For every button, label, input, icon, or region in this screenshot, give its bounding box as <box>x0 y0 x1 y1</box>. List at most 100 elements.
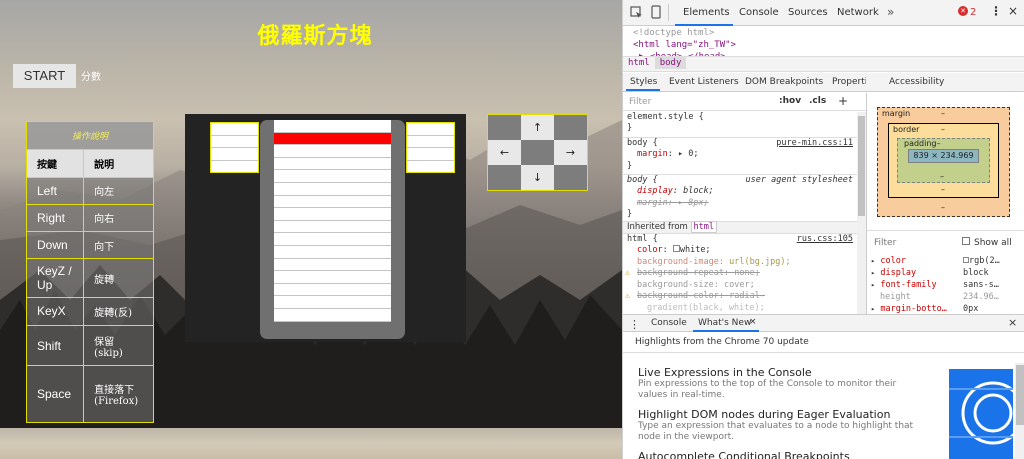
header-desc: 說明 <box>83 149 154 178</box>
start-button[interactable]: START <box>13 64 76 88</box>
border-top-value: – <box>941 125 945 134</box>
rule-selector: html { <box>627 234 658 245</box>
desc-cell: 向左 <box>83 176 154 205</box>
rule-decl[interactable]: margin: ▸ 0; <box>623 149 857 160</box>
tab-accessibility[interactable]: Accessibility <box>889 77 944 87</box>
rule-body-pure[interactable]: body {pure-min.css:11 <box>623 136 857 149</box>
computed-filter-input[interactable]: Filter <box>874 238 896 248</box>
table-row: KeyZ / Up 旋轉 <box>25 258 154 298</box>
box-model-border[interactable]: border – – padding– 839 × 234.969 – <box>888 123 999 198</box>
whats-new-item-title[interactable]: Highlight DOM nodes during Eager Evaluat… <box>638 408 890 421</box>
new-rule-button[interactable]: + <box>838 94 848 108</box>
tab-properties[interactable]: Properties <box>832 77 866 87</box>
next-piece-preview <box>406 122 455 173</box>
tab-network[interactable]: Network <box>837 7 879 18</box>
close-drawer-icon[interactable]: × <box>1008 316 1017 329</box>
device-toolbar-icon[interactable] <box>650 5 662 20</box>
drawer-tabs: ⋮ Console What's New × × <box>623 314 1024 332</box>
dom-html-node[interactable]: <html lang="zh_TW"> <box>633 39 1015 51</box>
rule-source-link[interactable]: pure-min.css:11 <box>776 138 853 149</box>
inherited-element[interactable]: html <box>690 220 717 233</box>
rule-decl-inactive[interactable]: background-size: cover; <box>623 280 857 291</box>
tab-dom-breakpoints[interactable]: DOM Breakpoints <box>745 77 823 87</box>
box-model-content[interactable]: 839 × 234.969 <box>908 149 979 163</box>
page-title: 俄羅斯方塊 <box>257 23 373 49</box>
prop-value: ▸ 8px; <box>677 197 709 208</box>
whats-new-illustration <box>949 369 1013 459</box>
box-model-margin[interactable]: margin – – border – – padding– 839 × 234… <box>877 107 1010 217</box>
dom-tree[interactable]: <!doctype html> <html lang="zh_TW"> ▶ <h… <box>623 26 1024 57</box>
table-row: Left 向左 <box>25 176 154 205</box>
more-tabs-button[interactable]: » <box>887 5 894 19</box>
rule-html[interactable]: html { rus.css:105 <box>623 234 857 245</box>
rule-close: } <box>627 209 633 220</box>
breadcrumb-html[interactable]: html <box>623 57 655 69</box>
tab-event-listeners[interactable]: Event Listeners <box>669 77 739 87</box>
tab-elements[interactable]: Elements <box>683 7 730 18</box>
rule-decl-invalid[interactable]: ⚠ background-color: radial- <box>623 291 857 302</box>
rule-source-link[interactable]: rus.css:105 <box>797 234 853 245</box>
drawer-tab-console[interactable]: Console <box>651 318 687 328</box>
whats-new-item-desc: Type an expression that evaluates to a n… <box>638 421 914 442</box>
breadcrumb-body[interactable]: body <box>654 57 687 69</box>
key-cell: Left <box>25 176 85 205</box>
hold-piece-preview <box>210 122 259 173</box>
rule-decl-invalid[interactable]: ⚠ background-repeat: none; <box>623 268 857 279</box>
header-key: 按鍵 <box>25 149 85 178</box>
styles-rules: element.style { } body {pure-min.css:11 … <box>623 112 857 314</box>
grid-row <box>274 120 391 133</box>
computed-row[interactable]: height 234.96… <box>866 291 1024 303</box>
grid-row <box>274 158 391 171</box>
rule-decl: display: block; <box>637 186 714 197</box>
inspect-icon[interactable] <box>630 6 643 19</box>
styles-scrollbar[interactable] <box>857 112 866 314</box>
show-all-checkbox[interactable] <box>962 237 970 245</box>
whats-new-item-title[interactable]: Autocomplete Conditional Breakpoints <box>638 450 850 459</box>
computed-row[interactable]: ▸ display block <box>866 267 1024 279</box>
computed-value: sans-s… <box>963 280 999 290</box>
down-button[interactable]: ↓ <box>521 165 554 190</box>
kebab-menu-icon[interactable]: ⋮ <box>990 4 1002 18</box>
prop-value: block; <box>683 186 714 197</box>
tab-sources[interactable]: Sources <box>788 7 828 18</box>
drawer-menu-icon[interactable]: ⋮ <box>629 318 640 331</box>
tab-console[interactable]: Console <box>739 7 779 18</box>
left-button[interactable]: ← <box>488 140 521 165</box>
right-button[interactable]: → <box>554 140 587 165</box>
grid-row <box>274 170 391 183</box>
key-cell: Space <box>25 365 85 423</box>
drawer-tab-whats-new[interactable]: What's New <box>698 318 751 328</box>
dpad-corner <box>554 165 587 190</box>
rule-decl[interactable]: color: white; <box>623 245 857 256</box>
error-icon[interactable]: ✕ <box>958 6 968 16</box>
drawer-scrollbar[interactable] <box>1015 363 1024 459</box>
computed-value: 234.96… <box>963 292 999 302</box>
box-model-padding[interactable]: padding– 839 × 234.969 – <box>897 138 990 183</box>
close-tab-icon[interactable]: × <box>749 317 757 327</box>
breadcrumb: html body <box>623 56 1024 72</box>
computed-prop: height <box>880 292 911 302</box>
devtools-panel: Elements Console Sources Network » ✕ 2 ⋮… <box>622 0 1024 459</box>
computed-row[interactable]: ▸ color rgb(2… <box>866 255 1024 267</box>
active-drawer-tab-indicator <box>693 330 759 332</box>
desc-cell: 旋轉(反) <box>83 296 154 327</box>
whats-new-item-title[interactable]: Live Expressions in the Console <box>638 366 812 379</box>
computed-row[interactable]: ▸ font-family sans-s… <box>866 279 1024 291</box>
styles-filter-row: Filter :hov .cls + <box>623 93 866 111</box>
dpad-center <box>521 140 554 165</box>
up-button[interactable]: ↑ <box>521 115 554 140</box>
prop-name: display <box>637 186 673 197</box>
class-toggle-button[interactable]: .cls <box>809 96 826 106</box>
rule-element-style[interactable]: element.style { <box>623 112 857 123</box>
styles-filter-input[interactable]: Filter <box>629 97 651 107</box>
color-swatch-icon[interactable] <box>672 245 680 253</box>
close-devtools-icon[interactable]: × <box>1008 4 1018 18</box>
padding-label: padding– <box>904 139 941 148</box>
computed-prop: font-family <box>880 280 937 290</box>
prop-value: ▸ 0; <box>677 149 699 160</box>
dom-doctype: <!doctype html> <box>633 28 715 38</box>
hover-toggle-button[interactable]: :hov <box>779 96 801 106</box>
table-row: KeyX 旋轉(反) <box>25 296 154 327</box>
tab-styles[interactable]: Styles <box>630 77 657 87</box>
rule-decl[interactable]: background-image: url(bg.jpg); <box>623 257 857 268</box>
